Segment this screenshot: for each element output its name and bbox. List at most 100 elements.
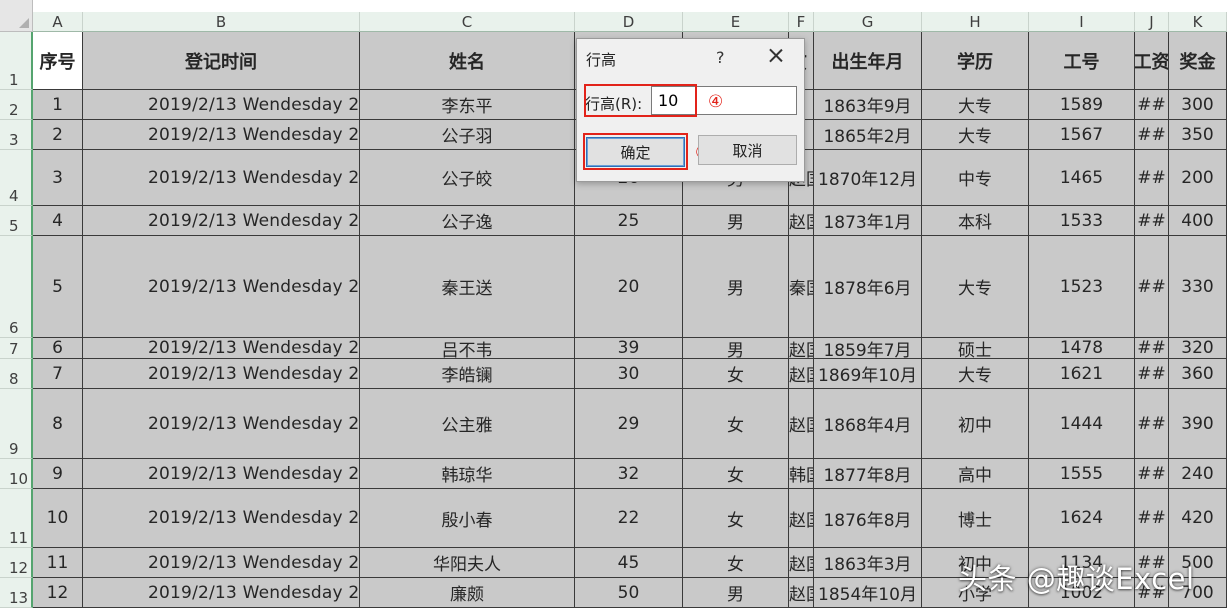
table-cell[interactable]: 2019/2/13 Wendesday 21:39:05 bbox=[83, 578, 360, 608]
table-cell[interactable]: 32 bbox=[575, 459, 683, 489]
row-header-12[interactable]: 12 bbox=[0, 548, 33, 578]
table-cell[interactable]: 硕士 bbox=[922, 338, 1029, 359]
table-cell[interactable]: ## bbox=[1135, 236, 1169, 338]
table-cell[interactable]: 1863年9月 bbox=[814, 90, 922, 120]
table-cell[interactable]: 2019/2/13 Wendesday 21:37:02 bbox=[83, 236, 360, 338]
table-cell[interactable]: 2019/2/13 Wendesday 21:37:04 bbox=[83, 459, 360, 489]
table-cell[interactable]: 30 bbox=[575, 359, 683, 389]
table-cell[interactable]: ## bbox=[1135, 359, 1169, 389]
row-header-8[interactable]: 8 bbox=[0, 359, 33, 389]
header-cell[interactable]: 工资 bbox=[1135, 32, 1169, 90]
header-cell[interactable]: 登记时间 bbox=[83, 32, 360, 90]
table-cell[interactable]: 赵国 bbox=[789, 578, 814, 608]
table-cell[interactable]: 女 bbox=[683, 359, 789, 389]
column-header-i[interactable]: I bbox=[1029, 12, 1135, 32]
table-cell[interactable]: 李东平 bbox=[360, 90, 575, 120]
table-cell[interactable]: 3 bbox=[33, 150, 83, 206]
table-cell[interactable]: 2019/2/13 Wendesday 21:37:03 bbox=[83, 359, 360, 389]
header-cell[interactable]: 序号 bbox=[33, 32, 83, 90]
table-cell[interactable]: 廉颇 bbox=[360, 578, 575, 608]
table-cell[interactable]: 男 bbox=[683, 578, 789, 608]
header-cell[interactable]: 出生年月 bbox=[814, 32, 922, 90]
table-cell[interactable]: 大专 bbox=[922, 90, 1029, 120]
table-cell[interactable]: ## bbox=[1135, 150, 1169, 206]
table-cell[interactable]: 2019/2/13 Wendesday 21:37:01 bbox=[83, 150, 360, 206]
header-cell[interactable]: 工号 bbox=[1029, 32, 1135, 90]
table-cell[interactable]: 2019/2/13 Wendesday 21:39:04 bbox=[83, 489, 360, 548]
table-cell[interactable]: 中专 bbox=[922, 150, 1029, 206]
table-cell[interactable]: 男 bbox=[683, 206, 789, 236]
table-cell[interactable]: 大专 bbox=[922, 236, 1029, 338]
select-all-corner[interactable] bbox=[0, 0, 33, 32]
row-header-1[interactable]: 1 bbox=[0, 32, 33, 90]
row-header-9[interactable]: 9 bbox=[0, 389, 33, 459]
table-cell[interactable]: 初中 bbox=[922, 389, 1029, 459]
table-cell[interactable]: 400 bbox=[1169, 206, 1227, 236]
row-header-13[interactable]: 13 bbox=[0, 578, 33, 608]
table-cell[interactable]: 吕不韦 bbox=[360, 338, 575, 359]
row-header-6[interactable]: 6 bbox=[0, 236, 33, 338]
table-cell[interactable]: 320 bbox=[1169, 338, 1227, 359]
column-header-e[interactable]: E bbox=[683, 12, 789, 32]
row-header-10[interactable]: 10 bbox=[0, 459, 33, 489]
table-cell[interactable]: 1533 bbox=[1029, 206, 1135, 236]
table-cell[interactable]: 女 bbox=[683, 389, 789, 459]
table-cell[interactable]: 1865年2月 bbox=[814, 120, 922, 150]
table-cell[interactable]: 1478 bbox=[1029, 338, 1135, 359]
table-cell[interactable]: 1878年6月 bbox=[814, 236, 922, 338]
table-cell[interactable]: 2 bbox=[33, 120, 83, 150]
table-cell[interactable]: 200 bbox=[1169, 150, 1227, 206]
column-header-b[interactable]: B bbox=[83, 12, 360, 32]
table-cell[interactable]: 博士 bbox=[922, 489, 1029, 548]
table-cell[interactable]: 8 bbox=[33, 389, 83, 459]
close-icon[interactable] bbox=[765, 45, 787, 67]
table-cell[interactable]: 赵国 bbox=[789, 389, 814, 459]
column-header-k[interactable]: K bbox=[1169, 12, 1227, 32]
table-cell[interactable]: 11 bbox=[33, 548, 83, 578]
table-cell[interactable]: 公子皎 bbox=[360, 150, 575, 206]
table-cell[interactable]: 2019/2/13 Wendesday 21:37:05 bbox=[83, 548, 360, 578]
table-cell[interactable]: 9 bbox=[33, 459, 83, 489]
table-cell[interactable]: 45 bbox=[575, 548, 683, 578]
table-cell[interactable]: 华阳夫人 bbox=[360, 548, 575, 578]
header-cell[interactable]: 学历 bbox=[922, 32, 1029, 90]
table-cell[interactable]: 赵国 bbox=[789, 338, 814, 359]
table-cell[interactable]: 殷小春 bbox=[360, 489, 575, 548]
table-cell[interactable]: ## bbox=[1135, 206, 1169, 236]
table-cell[interactable]: 公子羽 bbox=[360, 120, 575, 150]
header-cell[interactable]: 姓名 bbox=[360, 32, 575, 90]
table-cell[interactable]: 1876年8月 bbox=[814, 489, 922, 548]
table-cell[interactable]: 2019/2/13 Wendesday 21:39:01 bbox=[83, 206, 360, 236]
table-cell[interactable]: ## bbox=[1135, 120, 1169, 150]
table-cell[interactable]: 4 bbox=[33, 206, 83, 236]
table-cell[interactable]: 秦王送 bbox=[360, 236, 575, 338]
table-cell[interactable]: ## bbox=[1135, 90, 1169, 120]
table-cell[interactable]: 50 bbox=[575, 578, 683, 608]
table-cell[interactable]: 1877年8月 bbox=[814, 459, 922, 489]
table-cell[interactable]: 22 bbox=[575, 489, 683, 548]
table-cell[interactable]: 女 bbox=[683, 459, 789, 489]
table-cell[interactable]: 赵国 bbox=[789, 489, 814, 548]
table-cell[interactable]: ## bbox=[1135, 389, 1169, 459]
table-cell[interactable]: 赵国 bbox=[789, 359, 814, 389]
column-header-h[interactable]: H bbox=[922, 12, 1029, 32]
table-cell[interactable]: 大专 bbox=[922, 120, 1029, 150]
table-cell[interactable]: ## bbox=[1135, 489, 1169, 548]
row-header-2[interactable]: 2 bbox=[0, 90, 33, 120]
table-cell[interactable]: 女 bbox=[683, 489, 789, 548]
table-cell[interactable]: 2019/2/13 Wendesday 21:39:03 bbox=[83, 389, 360, 459]
table-cell[interactable]: 2019/2/13 Wendesday 21:37:00 bbox=[83, 90, 360, 120]
table-cell[interactable]: 1870年12月 bbox=[814, 150, 922, 206]
table-cell[interactable]: 本科 bbox=[922, 206, 1029, 236]
table-cell[interactable]: 1873年1月 bbox=[814, 206, 922, 236]
table-cell[interactable]: 6 bbox=[33, 338, 83, 359]
table-cell[interactable]: ## bbox=[1135, 459, 1169, 489]
table-cell[interactable]: 韩国 bbox=[789, 459, 814, 489]
table-cell[interactable]: 公子逸 bbox=[360, 206, 575, 236]
table-cell[interactable]: 1465 bbox=[1029, 150, 1135, 206]
table-cell[interactable]: ## bbox=[1135, 338, 1169, 359]
table-cell[interactable]: 1869年10月 bbox=[814, 359, 922, 389]
table-cell[interactable]: 李皓镧 bbox=[360, 359, 575, 389]
table-cell[interactable]: 29 bbox=[575, 389, 683, 459]
column-header-c[interactable]: C bbox=[360, 12, 575, 32]
